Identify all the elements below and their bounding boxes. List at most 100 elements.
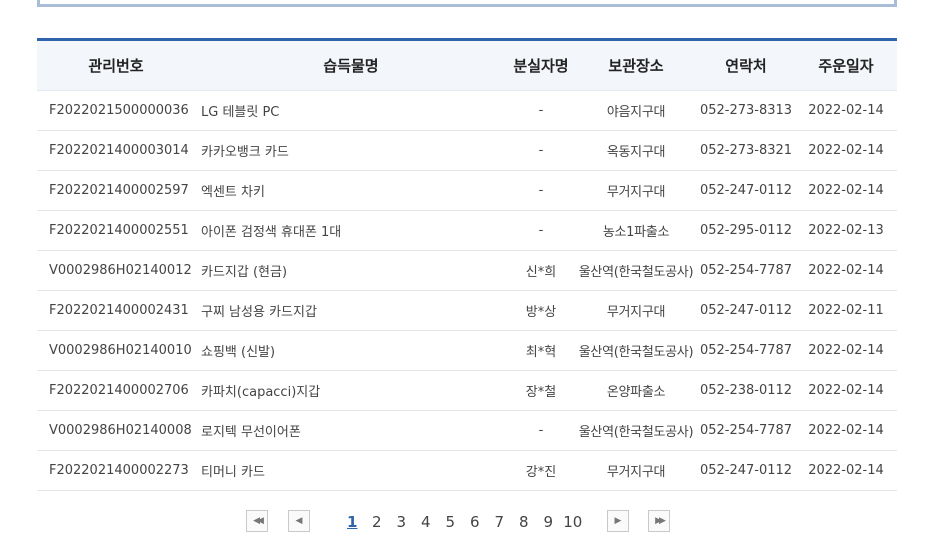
lost-items-table-container: 관리번호 습득물명 분실자명 보관장소 연락처 주운일자 F2022021500… bbox=[37, 38, 897, 491]
table-row[interactable]: F2022021400002431 구찌 남성용 카드지갑 방*상 무거지구대 052-… bbox=[37, 290, 897, 331]
table-row[interactable]: F2022021400002273 티머니 카드 강*진 무거지구대 052-247-0… bbox=[37, 450, 897, 491]
table-row[interactable]: F2022021500000036 LG 테블릿 PC - 야음지구대 052-273-… bbox=[37, 90, 897, 131]
cell-loser-name: 신*희 bbox=[507, 250, 575, 291]
cell-loser-name: - bbox=[507, 130, 575, 171]
table-row[interactable]: V0002986H02140008 로지텍 무선이어폰 - 울산역(한국철도공사) 05… bbox=[37, 410, 897, 451]
table-row[interactable]: V0002986H02140010 쇼핑백 (신발) 최*혁 울산역(한국철도공사) 0… bbox=[37, 330, 897, 371]
page-number-link[interactable]: 1 bbox=[340, 509, 365, 535]
column-header-contact: 연락처 bbox=[697, 39, 795, 91]
cell-loser-name: - bbox=[507, 170, 575, 211]
cell-loser-name: - bbox=[507, 210, 575, 251]
cell-id: F2022021500000036 bbox=[37, 90, 195, 131]
cell-loser-name: 최*혁 bbox=[507, 330, 575, 371]
cell-contact: 052-254-7787 bbox=[697, 250, 795, 291]
cell-id: V0002986H02140012 bbox=[37, 250, 195, 291]
cell-item-name[interactable]: 아이폰 검정색 휴대폰 1대 bbox=[195, 210, 507, 251]
cell-id: F2022021400002431 bbox=[37, 290, 195, 331]
table-row[interactable]: F2022021400002706 카파치(capacci)지갑 장*철 온양파출소 0… bbox=[37, 370, 897, 411]
page-number-link[interactable]: 6 bbox=[463, 509, 488, 535]
column-header-item-name: 습득물명 bbox=[195, 39, 507, 91]
cell-storage-place: 무거지구대 bbox=[575, 450, 697, 491]
cell-loser-name: 장*철 bbox=[507, 370, 575, 411]
table-header-row: 관리번호 습득물명 분실자명 보관장소 연락처 주운일자 bbox=[37, 39, 897, 91]
cell-contact: 052-247-0112 bbox=[697, 170, 795, 211]
chevron-right-icon: ▶ bbox=[614, 516, 622, 526]
cell-id: F2022021400002706 bbox=[37, 370, 195, 411]
next-page-button[interactable]: ▶ bbox=[607, 510, 629, 532]
cell-storage-place: 울산역(한국철도공사) bbox=[575, 330, 697, 371]
cell-item-name[interactable]: 카드지갑 (현금) bbox=[195, 250, 507, 291]
pagination: ◀◀ ◀ 1 2 3 4 5 6 7 8 9 10 ▶ ▶▶ bbox=[0, 509, 943, 535]
table-row[interactable]: F2022021400003014 카카오뱅크 카드 - 옥동지구대 052-273-8… bbox=[37, 130, 897, 171]
table-body: F2022021500000036 LG 테블릿 PC - 야음지구대 052-273-… bbox=[37, 90, 897, 491]
column-header-id: 관리번호 bbox=[37, 39, 195, 91]
page-number-link[interactable]: 7 bbox=[487, 509, 512, 535]
column-header-found-date: 주운일자 bbox=[795, 39, 897, 91]
first-page-button[interactable]: ◀◀ bbox=[246, 510, 268, 532]
cell-found-date: 2022-02-14 bbox=[795, 450, 897, 491]
cell-contact: 052-254-7787 bbox=[697, 410, 795, 451]
page-number-link[interactable]: 2 bbox=[365, 509, 390, 535]
cell-found-date: 2022-02-14 bbox=[795, 370, 897, 411]
page-number-link[interactable]: 9 bbox=[536, 509, 561, 535]
cell-found-date: 2022-02-13 bbox=[795, 210, 897, 251]
table-row[interactable]: F2022021400002551 아이폰 검정색 휴대폰 1대 - 농소1파출소 05… bbox=[37, 210, 897, 251]
cell-item-name[interactable]: 티머니 카드 bbox=[195, 450, 507, 491]
cell-storage-place: 무거지구대 bbox=[575, 170, 697, 211]
cell-id: V0002986H02140008 bbox=[37, 410, 195, 451]
page-number-link[interactable]: 10 bbox=[561, 509, 586, 535]
page-number-list: 1 2 3 4 5 6 7 8 9 10 bbox=[340, 509, 585, 535]
cell-storage-place: 울산역(한국철도공사) bbox=[575, 250, 697, 291]
cell-storage-place: 무거지구대 bbox=[575, 290, 697, 331]
double-chevron-left-icon: ◀◀ bbox=[253, 516, 264, 526]
cell-found-date: 2022-02-14 bbox=[795, 410, 897, 451]
cell-loser-name: - bbox=[507, 410, 575, 451]
cell-contact: 052-273-8321 bbox=[697, 130, 795, 171]
page-number-link[interactable]: 8 bbox=[512, 509, 537, 535]
chevron-left-icon: ◀ bbox=[295, 516, 303, 526]
cell-storage-place: 온양파출소 bbox=[575, 370, 697, 411]
cell-found-date: 2022-02-14 bbox=[795, 130, 897, 171]
cell-found-date: 2022-02-14 bbox=[795, 330, 897, 371]
cell-found-date: 2022-02-11 bbox=[795, 290, 897, 331]
table-row[interactable]: V0002986H02140012 카드지갑 (현금) 신*희 울산역(한국철도공사)… bbox=[37, 250, 897, 291]
cell-found-date: 2022-02-14 bbox=[795, 170, 897, 211]
cell-id: F2022021400003014 bbox=[37, 130, 195, 171]
search-box-bottom-edge bbox=[37, 0, 897, 7]
page-number-link[interactable]: 3 bbox=[389, 509, 414, 535]
cell-loser-name: - bbox=[507, 90, 575, 131]
cell-contact: 052-295-0112 bbox=[697, 210, 795, 251]
cell-found-date: 2022-02-14 bbox=[795, 90, 897, 131]
cell-storage-place: 야음지구대 bbox=[575, 90, 697, 131]
cell-storage-place: 농소1파출소 bbox=[575, 210, 697, 251]
cell-loser-name: 방*상 bbox=[507, 290, 575, 331]
lost-items-table: 관리번호 습득물명 분실자명 보관장소 연락처 주운일자 F2022021500… bbox=[37, 38, 897, 491]
last-page-button[interactable]: ▶▶ bbox=[648, 510, 670, 532]
cell-item-name[interactable]: 구찌 남성용 카드지갑 bbox=[195, 290, 507, 331]
page-number-link[interactable]: 4 bbox=[414, 509, 439, 535]
cell-id: F2022021400002597 bbox=[37, 170, 195, 211]
cell-storage-place: 옥동지구대 bbox=[575, 130, 697, 171]
table-row[interactable]: F2022021400002597 엑센트 차키 - 무거지구대 052-247-011… bbox=[37, 170, 897, 211]
cell-loser-name: 강*진 bbox=[507, 450, 575, 491]
cell-contact: 052-247-0112 bbox=[697, 450, 795, 491]
column-header-storage-place: 보관장소 bbox=[575, 39, 697, 91]
cell-contact: 052-273-8313 bbox=[697, 90, 795, 131]
cell-item-name[interactable]: LG 테블릿 PC bbox=[195, 90, 507, 131]
cell-contact: 052-238-0112 bbox=[697, 370, 795, 411]
cell-id: F2022021400002273 bbox=[37, 450, 195, 491]
double-chevron-right-icon: ▶▶ bbox=[655, 516, 666, 526]
cell-id: F2022021400002551 bbox=[37, 210, 195, 251]
cell-contact: 052-254-7787 bbox=[697, 330, 795, 371]
cell-found-date: 2022-02-14 bbox=[795, 250, 897, 291]
cell-id: V0002986H02140010 bbox=[37, 330, 195, 371]
cell-item-name[interactable]: 카카오뱅크 카드 bbox=[195, 130, 507, 171]
cell-item-name[interactable]: 쇼핑백 (신발) bbox=[195, 330, 507, 371]
prev-page-button[interactable]: ◀ bbox=[288, 510, 310, 532]
page-number-link[interactable]: 5 bbox=[438, 509, 463, 535]
cell-item-name[interactable]: 로지텍 무선이어폰 bbox=[195, 410, 507, 451]
cell-item-name[interactable]: 엑센트 차키 bbox=[195, 170, 507, 211]
column-header-loser-name: 분실자명 bbox=[507, 39, 575, 91]
cell-item-name[interactable]: 카파치(capacci)지갑 bbox=[195, 370, 507, 411]
cell-contact: 052-247-0112 bbox=[697, 290, 795, 331]
